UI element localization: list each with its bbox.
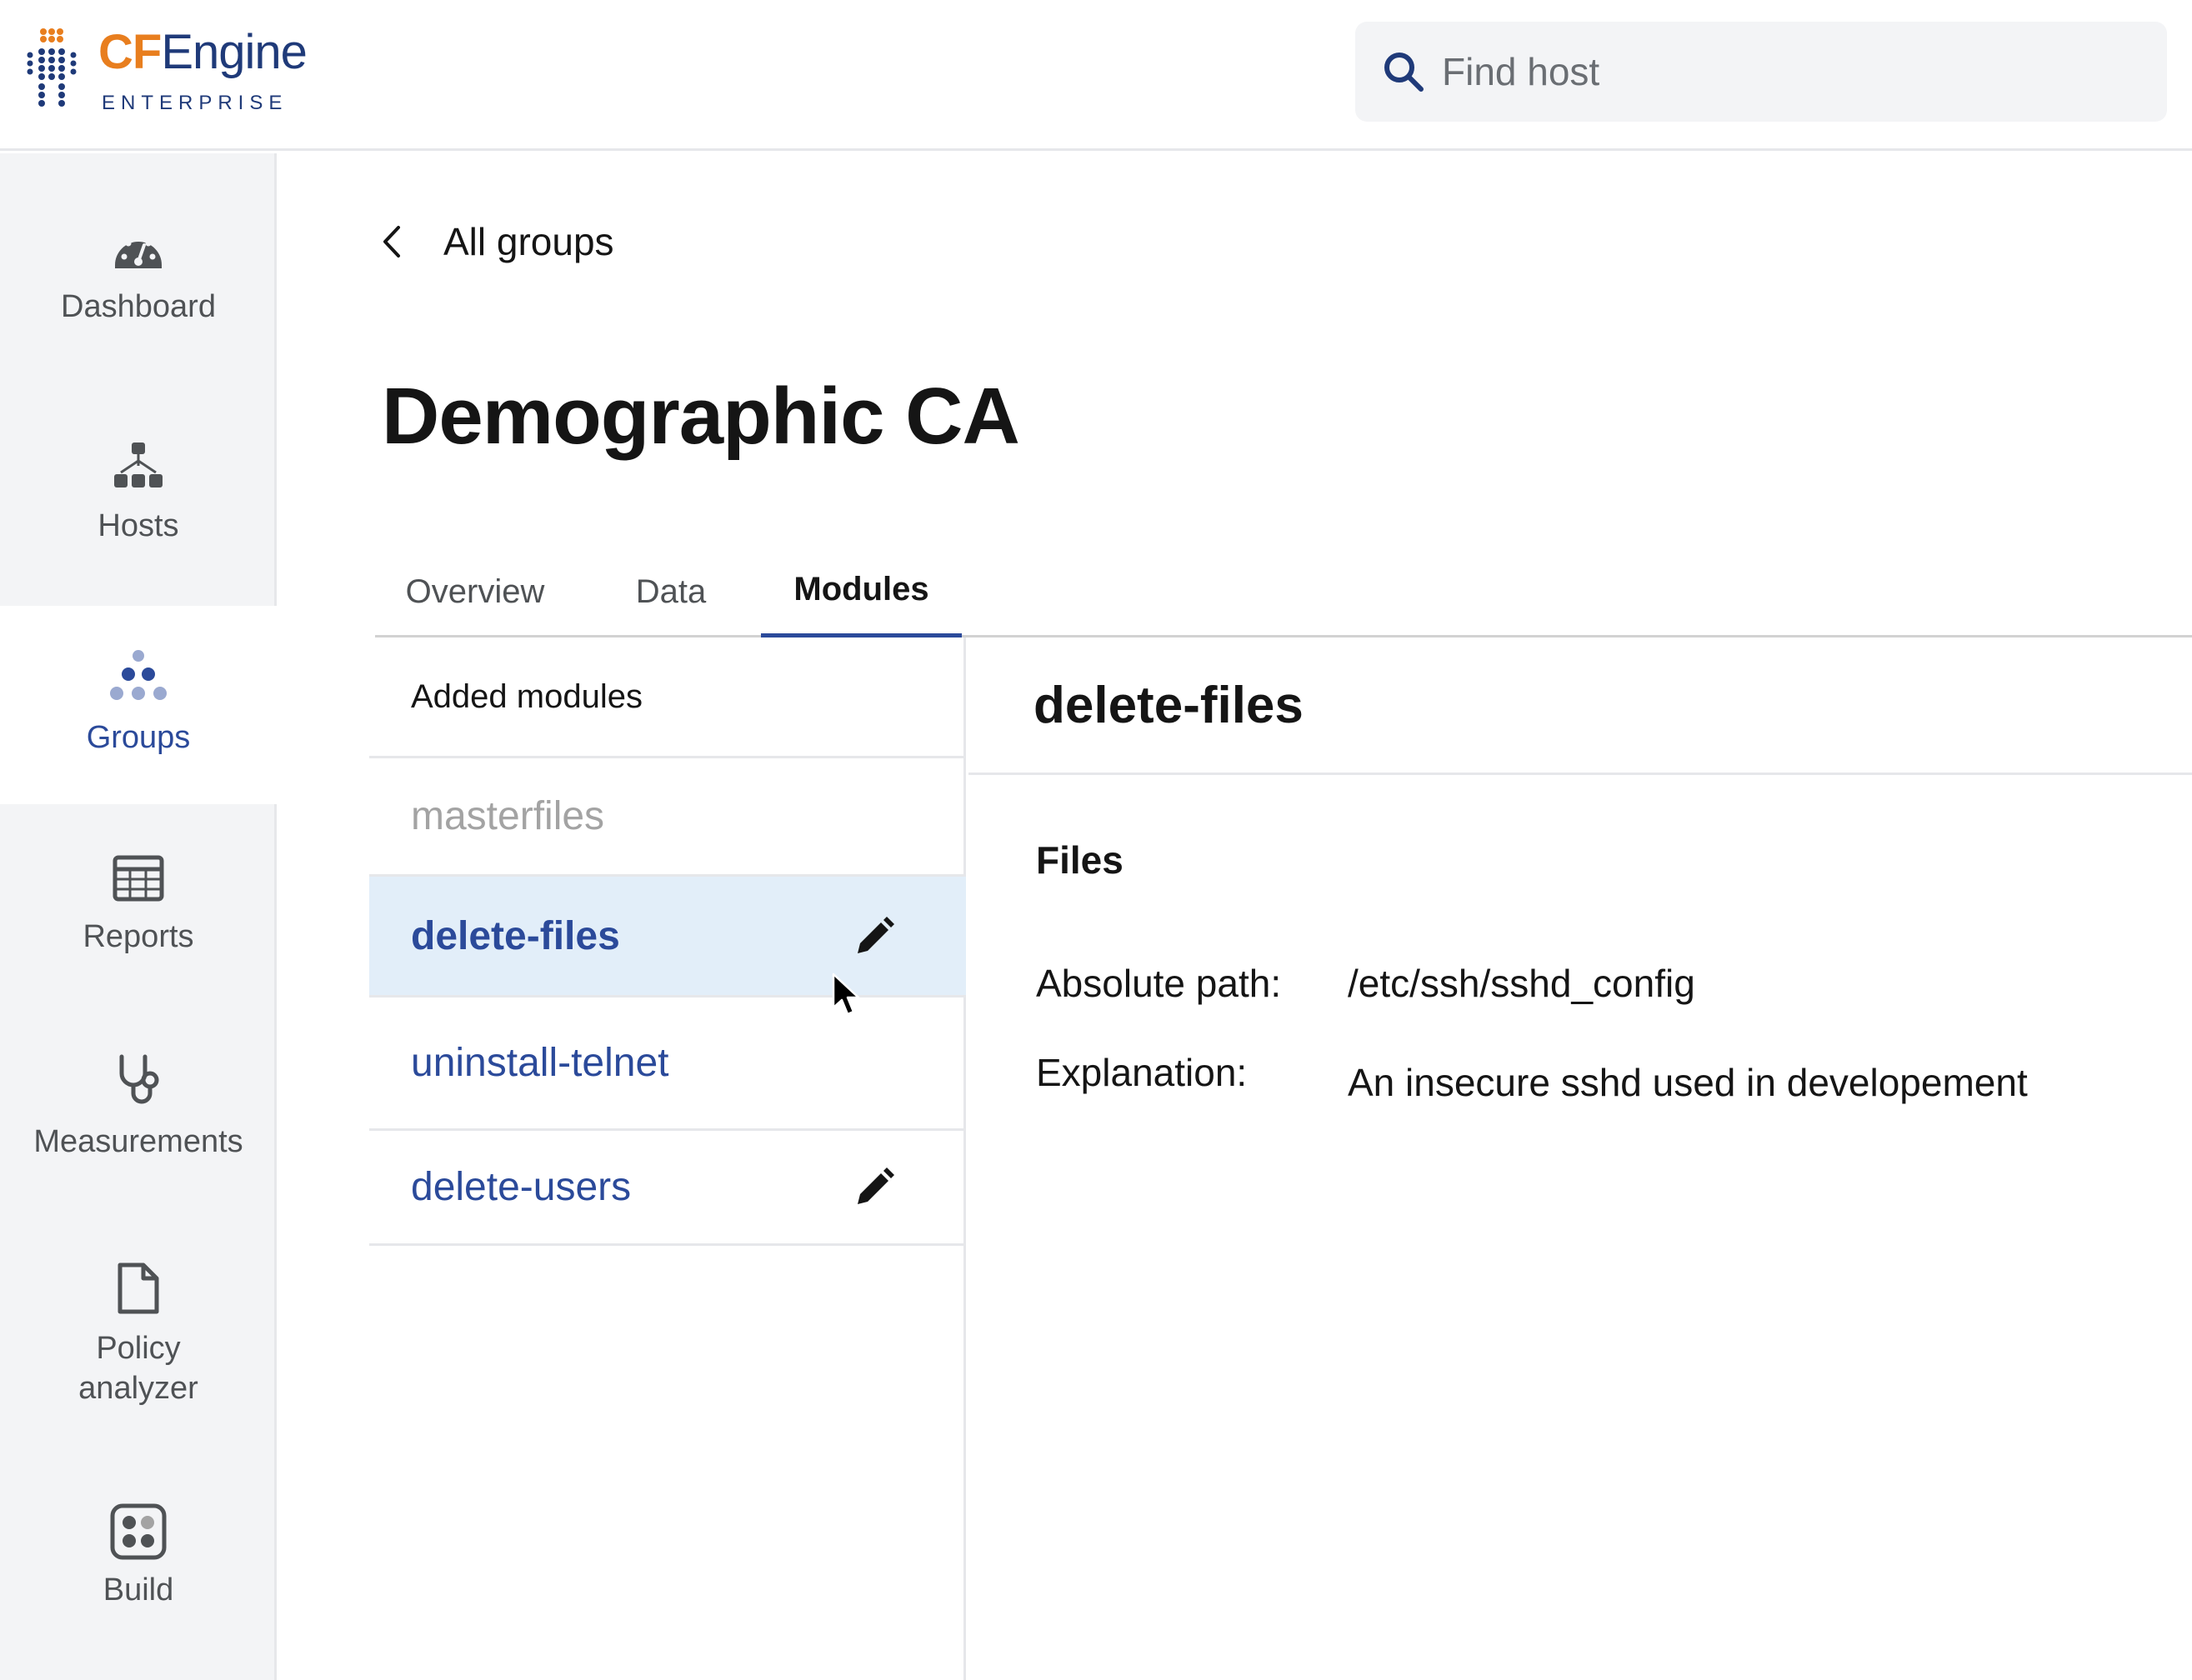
module-detail-title: delete-files (1033, 677, 1304, 734)
logo-edition-text: ENTERPRISE (102, 92, 288, 114)
explanation-value: An insecure sshd used in developement (1348, 1061, 2028, 1104)
list-header: Added modules (369, 638, 966, 758)
module-name: delete-files (411, 913, 620, 958)
module-name: delete-users (411, 1165, 632, 1209)
module-detail-header: delete-files (968, 638, 2192, 775)
back-to-all-groups-link[interactable]: All groups (377, 212, 614, 271)
page-title: Demographic CA (382, 372, 1020, 461)
edit-pencil-icon[interactable] (853, 1166, 896, 1209)
sidebar-item-build[interactable]: Build (0, 1503, 277, 1645)
build-modules-icon (110, 1503, 167, 1560)
sidebar-item-label: analyzer (78, 1371, 198, 1406)
dashboard-gauge-icon (115, 234, 162, 268)
mouse-pointer-icon (832, 972, 860, 1016)
logo-engine-text: Engine (161, 25, 308, 79)
module-item-delete-users[interactable]: delete-users (369, 1131, 966, 1246)
sidebar-item-label: Groups (86, 720, 191, 755)
explanation-label: Explanation: (1036, 1051, 1248, 1094)
tab-data[interactable]: Data (608, 546, 733, 638)
top-header: CFEngine ENTERPRISE (0, 0, 2192, 151)
module-name: uninstall-telnet (411, 1041, 669, 1085)
sidebar-item-label: Measurements (33, 1124, 243, 1159)
files-section-title: Files (1036, 838, 1124, 882)
find-host-search[interactable] (1355, 22, 2167, 122)
back-link-label: All groups (443, 220, 614, 263)
group-tabs: Overview Data Modules (375, 546, 2192, 638)
sidebar-item-groups[interactable]: Groups (0, 606, 277, 804)
sidebar-item-label: Reports (83, 919, 194, 954)
chevron-left-icon (383, 226, 400, 258)
sidebar-nav: Dashboard Hosts Groups Reports Measureme… (0, 153, 277, 1680)
sidebar-item-label: Dashboard (61, 289, 216, 324)
module-item-delete-files[interactable]: delete-files (369, 877, 966, 998)
sidebar-item-label: Hosts (98, 508, 179, 543)
sidebar-item-label: Build (103, 1572, 174, 1608)
absolute-path-label: Absolute path: (1036, 962, 1282, 1005)
sidebar-item-policy-analyzer[interactable]: Policy analyzer (0, 1262, 277, 1437)
module-name: masterfiles (411, 794, 605, 838)
search-icon (1384, 52, 1424, 92)
tab-overview[interactable]: Overview (392, 546, 558, 638)
cfengine-logo[interactable]: CFEngine ENTERPRISE (25, 25, 308, 117)
sidebar-item-hosts[interactable]: Hosts (0, 441, 277, 574)
edit-pencil-icon[interactable] (853, 915, 896, 958)
reports-table-icon (113, 855, 164, 902)
groups-dots-icon (110, 650, 167, 700)
cfengine-logo-icon (27, 28, 77, 107)
added-modules-heading: Added modules (411, 678, 643, 715)
module-item-masterfiles[interactable]: masterfiles (369, 758, 966, 877)
sidebar-item-dashboard[interactable]: Dashboard (0, 225, 277, 358)
policy-analyzer-file-icon (118, 1262, 159, 1314)
module-item-uninstall-telnet[interactable]: uninstall-telnet (369, 998, 966, 1131)
logo-wordmark: CFEngine ENTERPRISE (98, 25, 308, 115)
absolute-path-value: /etc/ssh/sshd_config (1348, 962, 1695, 1005)
tab-modules[interactable]: Modules (761, 546, 962, 638)
sidebar-item-label: Policy (96, 1331, 181, 1366)
sidebar-item-reports[interactable]: Reports (0, 855, 277, 988)
sidebar-item-measurements[interactable]: Measurements (0, 1053, 277, 1195)
hosts-hierarchy-icon (114, 442, 163, 488)
added-modules-list: Added modules masterfiles delete-files u… (369, 638, 966, 1680)
measurements-stethoscope-icon (119, 1054, 159, 1104)
logo-cf-text: CF (98, 25, 162, 79)
search-input[interactable] (1442, 22, 2142, 122)
